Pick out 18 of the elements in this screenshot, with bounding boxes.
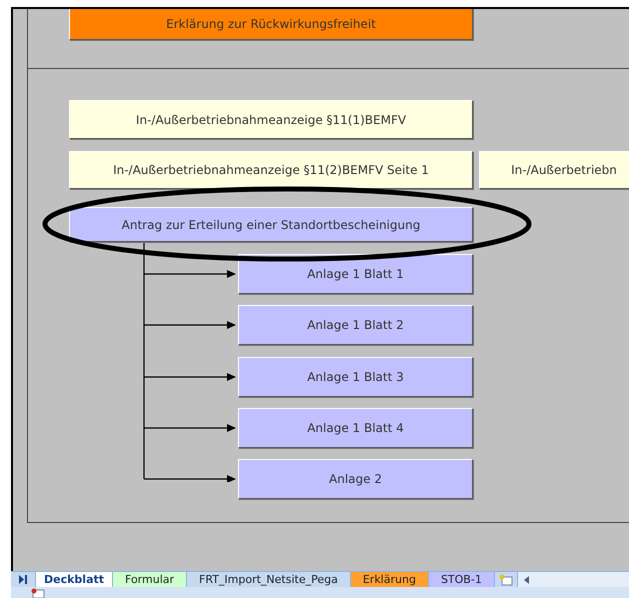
sheet-tab[interactable]: Formular	[113, 572, 188, 587]
sheet-tab[interactable]: Erklärung	[350, 572, 429, 587]
horizontal-scrollbar[interactable]	[516, 572, 629, 587]
scroll-left-icon[interactable]	[522, 574, 532, 584]
attachment-button[interactable]: Anlage 1 Blatt 1	[238, 254, 473, 294]
sheet-tab[interactable]: Deckblatt	[35, 572, 114, 587]
attachment-button[interactable]: Anlage 1 Blatt 2	[238, 305, 473, 345]
macro-icon	[31, 588, 45, 598]
new-sheet-icon[interactable]	[498, 574, 513, 586]
sheet-button[interactable]: In-/Außerbetriebnahmeanzeige §11(1)BEMFV	[69, 100, 473, 139]
sheet-button[interactable]: In-/Außerbetriebn	[479, 151, 629, 189]
attachment-button[interactable]: Anlage 1 Blatt 3	[238, 357, 473, 397]
attachment-button[interactable]: Anlage 2	[238, 459, 473, 499]
sheet-button[interactable]: Antrag zur Erteilung einer Standortbescheinigung	[69, 207, 473, 242]
sheet-tab[interactable]: STOB-1	[428, 572, 495, 587]
attachment-button[interactable]: Anlage 1 Blatt 4	[238, 408, 473, 448]
sheet-button[interactable]: In-/Außerbetriebnahmeanzeige §11(2)BEMFV Seite 1	[69, 151, 473, 189]
explanation-button[interactable]: Erklärung zur Rückwirkungsfreiheit	[69, 9, 473, 40]
